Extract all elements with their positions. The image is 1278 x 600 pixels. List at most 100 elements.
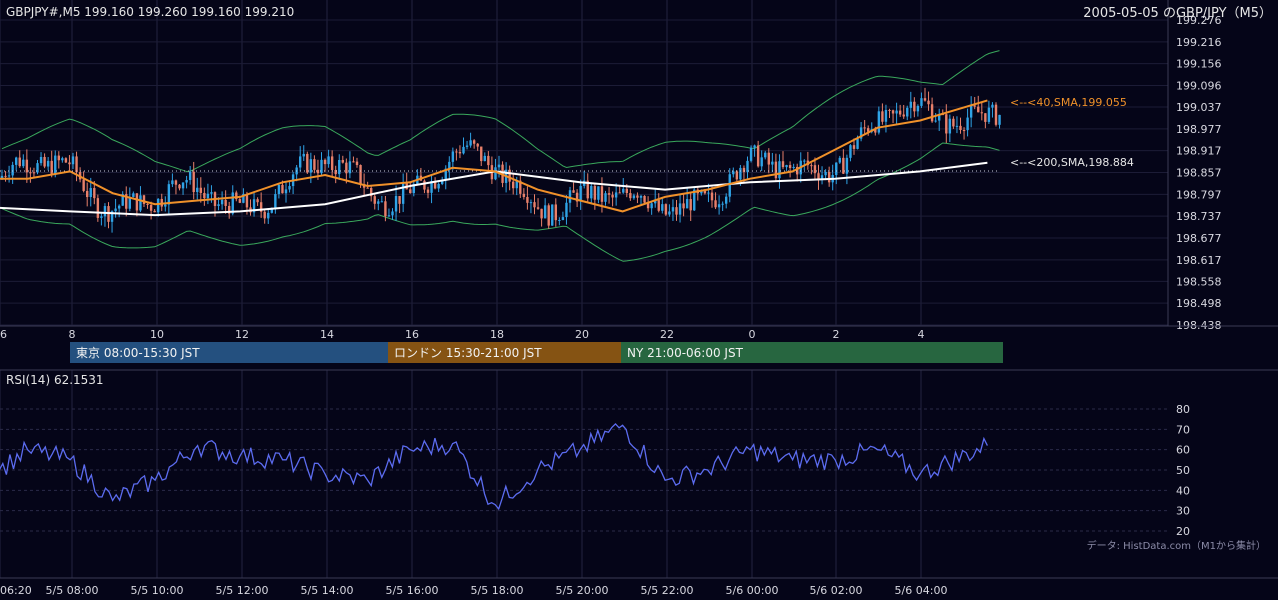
candle-body — [536, 207, 540, 209]
time-tick-label: 5/5 20:00 — [556, 584, 609, 597]
candle-body — [39, 156, 43, 164]
candle-body — [7, 175, 11, 177]
candle-body — [639, 195, 643, 198]
candle-body — [132, 193, 135, 197]
candle-body — [952, 118, 955, 127]
time-tick-label: 06:20 — [0, 584, 32, 597]
candle-body — [206, 193, 210, 199]
candle-body — [231, 192, 234, 214]
candle-body — [749, 147, 753, 161]
candle-body — [877, 111, 881, 133]
time-tick-label: 5/6 00:00 — [726, 584, 779, 597]
hour-tick-label: 22 — [660, 328, 674, 341]
sma40-label: <--<40,SMA,199.055 — [1010, 96, 1127, 109]
candle-body — [845, 157, 849, 174]
candle-body — [902, 114, 905, 117]
candle-body — [281, 184, 284, 194]
candle-body — [256, 199, 259, 203]
candle-body — [22, 159, 25, 167]
candle-body — [629, 193, 632, 199]
candle-body — [352, 161, 355, 163]
candle-body — [657, 200, 660, 211]
candle-body — [401, 182, 405, 204]
candle-body — [980, 112, 983, 114]
candle-body — [984, 113, 987, 122]
candle-body — [852, 145, 856, 149]
candle-body — [373, 196, 376, 204]
candle-body — [863, 127, 866, 129]
candle-body — [330, 156, 334, 171]
candle-body — [973, 105, 976, 107]
candle-body — [196, 187, 199, 193]
candle-body — [114, 208, 117, 212]
candle-body — [714, 200, 717, 208]
time-tick-label: 5/5 08:00 — [46, 584, 99, 597]
rsi-line — [0, 422, 988, 511]
rsi-label: RSI(14) 62.1531 — [6, 373, 104, 387]
candle-body — [568, 190, 572, 203]
candle-body — [561, 217, 565, 220]
candle-body — [725, 196, 728, 204]
vertical-grid — [0, 0, 922, 578]
candle-body — [803, 160, 806, 162]
rsi-grid — [0, 408, 1168, 532]
candle-body — [11, 164, 14, 176]
hour-tick-label: 16 — [405, 328, 419, 341]
candle-body — [664, 204, 668, 215]
candle-body — [86, 190, 89, 198]
candle-body — [661, 204, 664, 211]
candle-body — [526, 196, 529, 203]
candle-body — [579, 185, 582, 202]
candle-body — [636, 195, 639, 198]
candle-body — [71, 156, 75, 165]
candle-body — [387, 215, 391, 217]
candle-body — [767, 152, 770, 165]
candle-body — [355, 161, 359, 166]
candle-body — [920, 98, 923, 106]
candle-body — [15, 157, 18, 165]
candle-body — [962, 130, 966, 132]
bollinger-lower — [1, 142, 1000, 262]
candle-body — [590, 186, 593, 199]
candle-body — [774, 161, 778, 179]
price-tick-label: 198.857 — [1176, 167, 1222, 180]
candle-body — [781, 161, 785, 168]
rsi-tick-label: 20 — [1176, 525, 1190, 538]
price-tick-label: 198.617 — [1176, 254, 1222, 267]
hour-tick-label: 4 — [918, 328, 925, 341]
hour-tick-label: 18 — [490, 328, 504, 341]
hour-tick-label: 10 — [150, 328, 164, 341]
candle-body — [994, 104, 998, 125]
candle-body — [338, 160, 341, 175]
time-tick-label: 5/5 10:00 — [131, 584, 184, 597]
candle-body — [476, 143, 479, 147]
session-tokyo-label: 東京 08:00-15:30 JST — [76, 346, 200, 360]
candle-body — [458, 151, 462, 154]
candle-body — [572, 190, 575, 193]
candle-body — [597, 186, 600, 200]
session-london-label: ロンドン 15:30-21:00 JST — [394, 346, 542, 360]
candle-body — [451, 151, 455, 162]
candle-body — [217, 204, 220, 206]
candle-body — [898, 110, 902, 115]
candle-body — [895, 110, 898, 114]
candle-body — [955, 125, 959, 127]
hour-tick-label: 8 — [69, 328, 76, 341]
candle-body — [327, 156, 330, 165]
candle-body — [181, 182, 185, 189]
candle-body — [838, 157, 841, 163]
candle-body — [785, 165, 788, 168]
price-axis-ticks: 199.276199.216199.156199.096199.037198.9… — [1176, 14, 1222, 332]
candle-body — [948, 118, 952, 134]
time-tick-label: 5/5 22:00 — [641, 584, 694, 597]
candlesticks — [0, 87, 1001, 233]
candle-body — [316, 169, 320, 174]
price-tick-label: 199.216 — [1176, 36, 1222, 49]
candle-body — [135, 193, 139, 211]
candle-body — [394, 195, 398, 212]
candle-body — [64, 158, 68, 163]
candle-body — [188, 171, 192, 181]
candle-body — [540, 208, 543, 219]
candle-body — [146, 203, 149, 205]
candle-body — [341, 160, 344, 163]
